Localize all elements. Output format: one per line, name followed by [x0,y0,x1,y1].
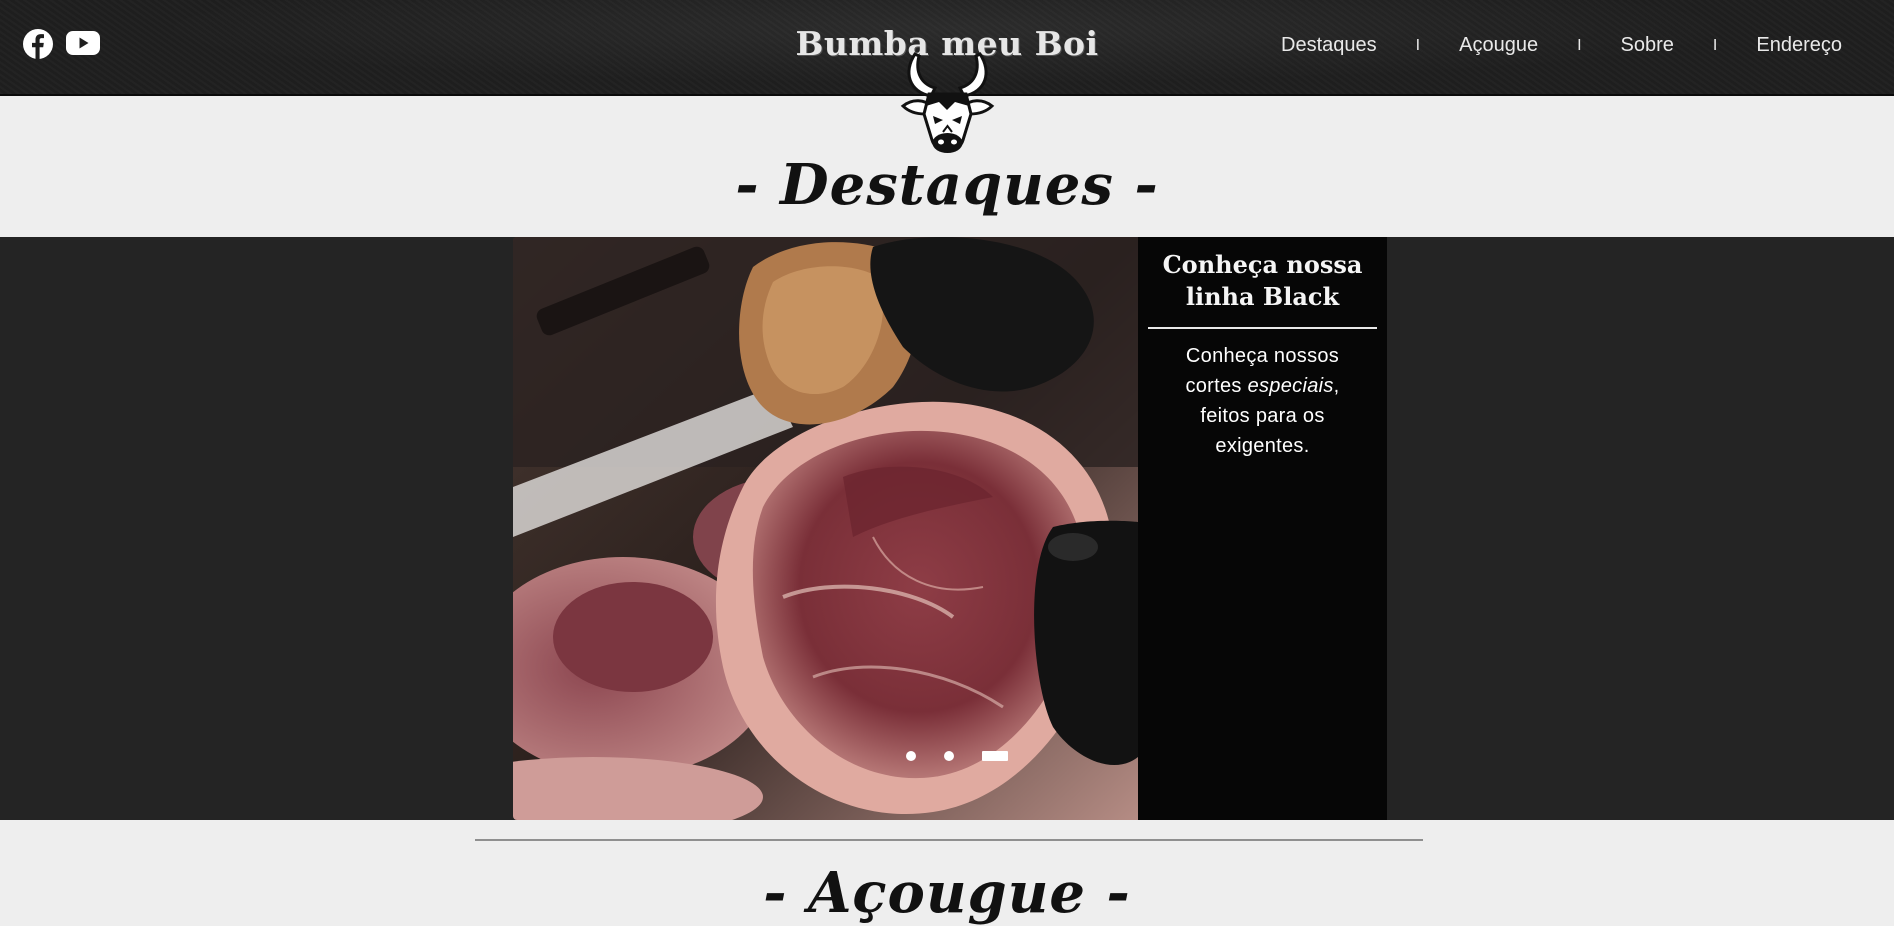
caption-title: Conheça nossa linha Black [1162,250,1363,311]
carousel-indicator-2[interactable] [944,751,954,761]
nav-item-sobre[interactable]: Sobre [1621,34,1674,57]
nav-item-endereco[interactable]: Endereço [1756,34,1842,57]
section-divider [475,839,1423,841]
carousel-indicator-1[interactable] [906,751,916,761]
nav-separator: I [1577,36,1582,54]
main-nav: Destaques I Açougue I Sobre I Endereço [1281,34,1842,57]
bull-logo-icon [885,44,1010,162]
carousel-indicator-3-active[interactable] [982,751,1008,761]
caption-text: Conheça nossos cortes especiais, feitos … [1160,341,1365,461]
section-title-acougue: - Açougue - [763,860,1131,926]
carousel-indicators [906,751,1008,761]
caption-text-emphasis: especiais [1247,375,1334,397]
nav-item-acougue[interactable]: Açougue [1459,34,1538,57]
carousel-caption: Conheça nossa linha Black Conheça nossos… [1138,237,1387,820]
nav-separator: I [1712,36,1718,54]
nav-item-destaques[interactable]: Destaques [1281,34,1377,57]
caption-divider [1148,327,1377,329]
nav-separator: I [1415,36,1421,54]
carousel-slide-image [513,237,1138,820]
